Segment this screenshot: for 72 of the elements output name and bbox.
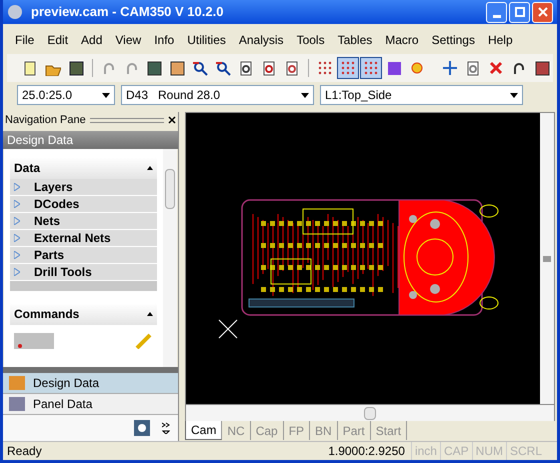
coordinates: 1.9000:2.9250 bbox=[328, 443, 406, 460]
minimize-button[interactable] bbox=[486, 2, 507, 22]
expand-icon bbox=[14, 268, 20, 276]
nav-tab[interactable]: Design Data bbox=[3, 373, 178, 394]
restore-icon bbox=[514, 7, 524, 17]
nav-item[interactable]: Parts bbox=[10, 247, 157, 264]
expand-icon bbox=[14, 234, 20, 242]
close-icon bbox=[538, 7, 548, 17]
chevron-icon[interactable] bbox=[162, 422, 170, 434]
app-icon bbox=[7, 4, 23, 20]
collapse-icon bbox=[147, 166, 153, 170]
canvas[interactable] bbox=[186, 113, 540, 404]
pencil-icon bbox=[135, 333, 153, 349]
nav-item[interactable]: DCodes bbox=[10, 196, 157, 213]
scrollbar[interactable] bbox=[185, 405, 555, 421]
close-icon[interactable] bbox=[168, 116, 176, 124]
expand-icon bbox=[14, 217, 20, 225]
settings-icon[interactable] bbox=[134, 420, 150, 436]
command-preview-icon bbox=[14, 333, 54, 349]
menu-item[interactable]: Utilities bbox=[187, 31, 226, 49]
tab[interactable]: Cam bbox=[185, 421, 222, 440]
cursor-marker-icon bbox=[218, 319, 238, 339]
nav-item[interactable]: Drill Tools bbox=[10, 264, 157, 281]
scrollbar[interactable] bbox=[163, 149, 177, 367]
scrollbar[interactable] bbox=[540, 113, 554, 404]
menu-item[interactable]: File bbox=[15, 31, 34, 49]
menu-item[interactable]: Help bbox=[488, 31, 513, 49]
nav-item[interactable]: Layers bbox=[10, 179, 157, 196]
dropdown[interactable]: D43 Round 28.0 bbox=[121, 85, 314, 105]
window-title: preview.cam - CAM350 V 10.2.0 bbox=[31, 3, 224, 22]
menu-item[interactable]: Analysis bbox=[238, 31, 284, 49]
caret-icon bbox=[510, 92, 518, 98]
expand-icon bbox=[14, 251, 20, 259]
toolbar-button[interactable] bbox=[360, 57, 382, 79]
status-indicator: inch bbox=[410, 442, 440, 460]
restore-button[interactable] bbox=[509, 2, 530, 22]
status-indicator: SCRL bbox=[506, 442, 545, 460]
dropdown[interactable]: 25.0:25.0 bbox=[17, 85, 115, 105]
menu-item[interactable]: Info bbox=[154, 31, 174, 49]
nav-tab[interactable]: Panel Data bbox=[3, 394, 178, 415]
status-indicator: NUM bbox=[472, 442, 506, 460]
save-icon bbox=[68, 60, 84, 76]
menu-item[interactable]: View bbox=[115, 31, 142, 49]
status-indicator: CAP bbox=[440, 442, 472, 460]
nav-item[interactable]: External Nets bbox=[10, 230, 157, 247]
menu-item[interactable]: Edit bbox=[47, 31, 68, 49]
grid-icon bbox=[340, 60, 356, 76]
menu-item[interactable]: Add bbox=[81, 31, 102, 49]
toolbar-button[interactable] bbox=[336, 57, 359, 79]
caret-icon bbox=[301, 92, 309, 98]
pane-title: Navigation Pane bbox=[5, 112, 86, 128]
zoomout-icon bbox=[215, 60, 232, 76]
collapse-icon bbox=[147, 312, 153, 316]
group-header[interactable]: Data bbox=[10, 157, 157, 179]
menu-item[interactable]: Tables bbox=[338, 31, 372, 49]
expand-icon bbox=[14, 200, 20, 208]
zoomin-icon bbox=[192, 60, 208, 76]
menu-item[interactable]: Settings bbox=[432, 31, 475, 49]
delete-icon bbox=[488, 60, 504, 76]
move-icon bbox=[442, 60, 458, 76]
nav-item[interactable]: Nets bbox=[10, 213, 157, 230]
group-header[interactable]: Commands bbox=[10, 303, 157, 325]
close-button[interactable] bbox=[532, 2, 553, 22]
expand-icon bbox=[14, 183, 20, 191]
status-text: Ready bbox=[6, 443, 43, 460]
minimize-icon bbox=[492, 14, 500, 18]
dropdown[interactable]: L1:Top_Side bbox=[320, 85, 523, 105]
menu-item[interactable]: Tools bbox=[296, 31, 325, 49]
section-header: Design Data bbox=[3, 131, 178, 149]
menu-item[interactable]: Macro bbox=[385, 31, 419, 49]
new-icon bbox=[22, 60, 38, 76]
caret-icon bbox=[102, 92, 110, 98]
